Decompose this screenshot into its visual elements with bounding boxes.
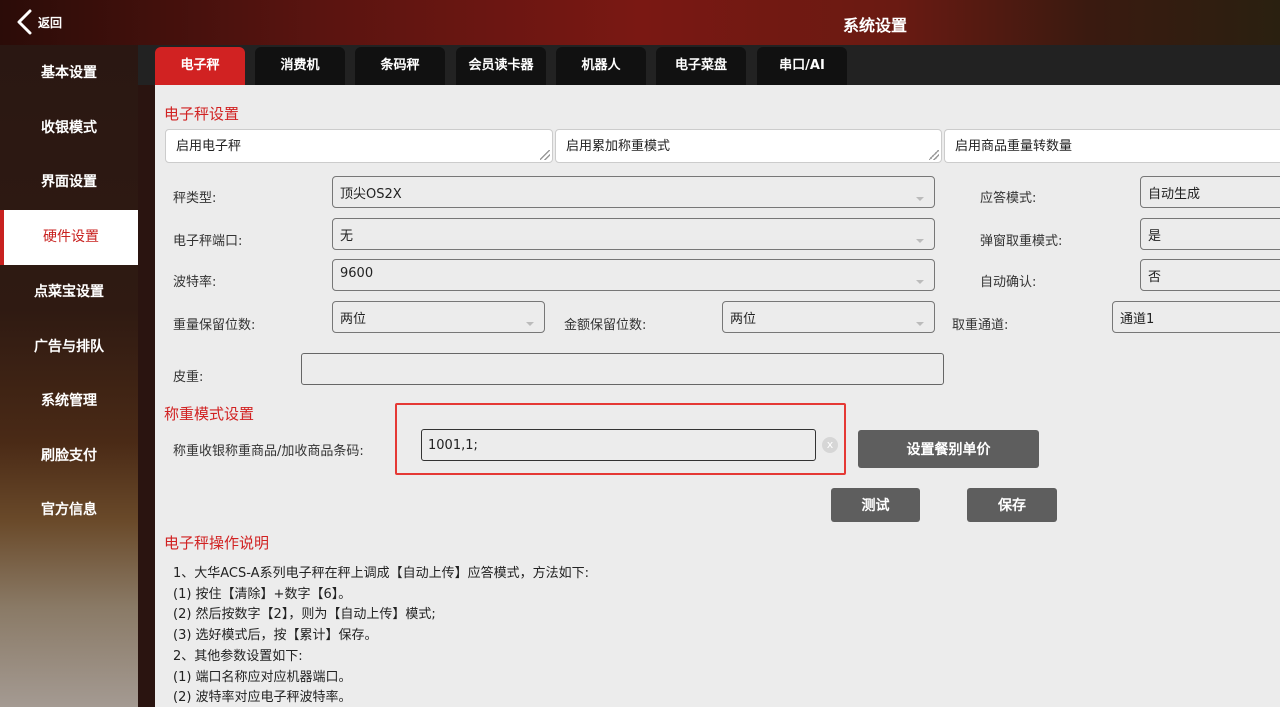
- tab-member-card-reader[interactable]: 会员读卡器: [456, 47, 546, 85]
- dropdown-arrow-icon: [916, 239, 924, 243]
- enable-cumulative-weighing-label: 启用累加称重模式: [566, 139, 671, 154]
- weight-channel-select[interactable]: 通道1: [1112, 301, 1280, 333]
- sidebar-item-ads-queue[interactable]: 广告与排队: [0, 320, 138, 375]
- tab-barcode-scale[interactable]: 条码秤: [355, 47, 445, 85]
- tab-electronic-scale[interactable]: 电子秤: [155, 47, 245, 85]
- weighing-mode-title: 称重模式设置: [164, 405, 255, 423]
- sidebar-item-system-management[interactable]: 系统管理: [0, 374, 138, 429]
- scale-settings-title: 电子秤设置: [164, 105, 240, 123]
- enable-scale-label: 启用电子秤: [176, 139, 242, 154]
- response-mode-value: 自动生成: [1148, 187, 1201, 202]
- weight-decimals-label: 重量保留位数:: [173, 318, 256, 333]
- enable-cumulative-weighing-toggle[interactable]: 启用累加称重模式: [555, 129, 942, 163]
- chevron-left-icon: [17, 9, 32, 35]
- auto-confirm-select[interactable]: 否: [1140, 259, 1280, 291]
- enable-weight-to-quantity-toggle[interactable]: 启用商品重量转数量: [944, 129, 1280, 163]
- resize-grip-icon: [540, 150, 550, 160]
- dropdown-arrow-icon: [916, 197, 924, 201]
- tab-electronic-tray[interactable]: 电子菜盘: [656, 47, 746, 85]
- auto-confirm-label: 自动确认:: [980, 275, 1037, 290]
- instruction-line: 2、其他参数设置如下:: [173, 649, 303, 664]
- sidebar-item-hardware-settings[interactable]: 硬件设置: [0, 210, 138, 265]
- amount-decimals-select[interactable]: 两位: [722, 301, 935, 333]
- page-title: 系统设置: [842, 16, 907, 35]
- tab-consumer-machine[interactable]: 消费机: [255, 47, 345, 85]
- amount-decimals-value: 两位: [730, 312, 757, 327]
- weight-decimals-select[interactable]: 两位: [332, 301, 545, 333]
- test-button[interactable]: 测试: [831, 488, 920, 522]
- sidebar-item-face-payment[interactable]: 刷脸支付: [0, 429, 138, 484]
- dropdown-arrow-icon: [916, 280, 924, 284]
- instruction-line: (1) 按住【清除】+数字【6】。: [173, 587, 352, 602]
- tare-input[interactable]: [301, 353, 944, 385]
- tare-label: 皮重:: [173, 370, 204, 385]
- settings-panel: 电子秤设置 启用电子秤 启用累加称重模式 启用商品重量转数量 秤类型: 顶尖OS…: [155, 85, 1280, 707]
- hardware-tabs: 电子秤 消费机 条码秤 会员读卡器 机器人 电子菜盘 串口/AI: [138, 45, 1280, 85]
- dropdown-arrow-icon: [916, 322, 924, 326]
- scale-type-select[interactable]: 顶尖OS2X: [332, 176, 935, 208]
- instruction-line: (2) 波特率对应电子秤波特率。: [173, 690, 352, 705]
- popup-weight-mode-select[interactable]: 是: [1140, 218, 1280, 250]
- enable-weight-to-quantity-label: 启用商品重量转数量: [955, 139, 1073, 154]
- barcode-label: 称重收银称重商品/加收商品条码:: [173, 444, 364, 459]
- scale-port-value: 无: [340, 229, 354, 244]
- back-label: 返回: [38, 15, 63, 30]
- sidebar-item-ordering-device[interactable]: 点菜宝设置: [0, 265, 138, 320]
- top-bar: 返回 系统设置: [0, 0, 1280, 45]
- resize-grip-icon: [929, 150, 939, 160]
- weight-channel-value: 通道1: [1120, 312, 1155, 327]
- tab-robot[interactable]: 机器人: [556, 47, 646, 85]
- baud-rate-select[interactable]: 9600: [332, 259, 935, 291]
- back-button[interactable]: 返回: [16, 8, 62, 36]
- save-button[interactable]: 保存: [967, 488, 1057, 522]
- dropdown-arrow-icon: [526, 322, 534, 326]
- baud-rate-label: 波特率:: [173, 275, 217, 290]
- clear-icon[interactable]: x: [822, 437, 838, 453]
- baud-rate-value: 9600: [340, 266, 374, 281]
- instruction-line: (2) 然后按数字【2】，则为【自动上传】模式;: [173, 607, 436, 622]
- scale-port-label: 电子秤端口:: [173, 234, 243, 249]
- enable-scale-toggle[interactable]: 启用电子秤: [165, 129, 553, 163]
- amount-decimals-label: 金额保留位数:: [564, 318, 647, 333]
- scale-type-label: 秤类型:: [173, 191, 217, 206]
- instruction-line: (3) 选好模式后，按【累计】保存。: [173, 628, 378, 643]
- instruction-line: (1) 端口名称应对应机器端口。: [173, 670, 352, 685]
- popup-weight-mode-label: 弹窗取重模式:: [980, 234, 1063, 249]
- scale-port-select[interactable]: 无: [332, 218, 935, 250]
- set-meal-price-button[interactable]: 设置餐别单价: [858, 430, 1039, 468]
- weight-channel-label: 取重通道:: [952, 318, 1009, 333]
- weight-decimals-value: 两位: [340, 312, 367, 327]
- popup-weight-mode-value: 是: [1148, 229, 1162, 244]
- response-mode-label: 应答模式:: [980, 191, 1037, 206]
- auto-confirm-value: 否: [1148, 270, 1162, 285]
- sidebar: 基本设置 收银模式 界面设置 硬件设置 点菜宝设置 广告与排队 系统管理 刷脸支…: [0, 45, 138, 707]
- response-mode-select[interactable]: 自动生成: [1140, 176, 1280, 208]
- scale-type-value: 顶尖OS2X: [340, 187, 402, 202]
- tab-serial-ai[interactable]: 串口/AI: [757, 47, 847, 85]
- sidebar-item-checkout-mode[interactable]: 收银模式: [0, 101, 138, 156]
- instructions-title: 电子秤操作说明: [164, 534, 270, 552]
- sidebar-item-basic-settings[interactable]: 基本设置: [0, 46, 138, 101]
- sidebar-item-official-info[interactable]: 官方信息: [0, 483, 138, 538]
- sidebar-item-interface-settings[interactable]: 界面设置: [0, 155, 138, 210]
- instruction-line: 1、大华ACS-A系列电子秤在秤上调成【自动上传】应答模式，方法如下:: [173, 566, 589, 581]
- barcode-input[interactable]: [421, 429, 816, 461]
